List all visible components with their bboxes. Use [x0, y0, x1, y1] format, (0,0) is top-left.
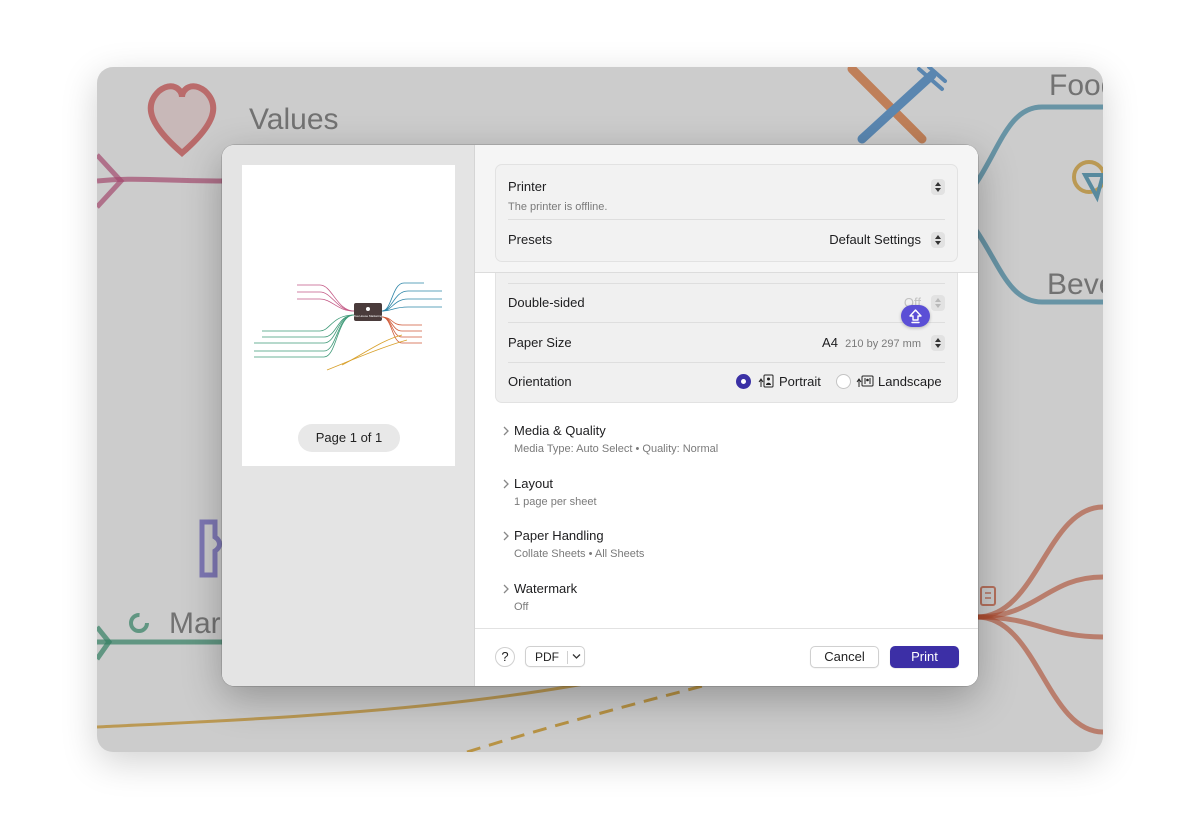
help-button[interactable]: ? — [495, 647, 515, 667]
chevron-right-icon — [503, 479, 509, 489]
section-title: Paper Handling — [514, 528, 604, 543]
section-watermark[interactable]: Watermark Off — [495, 581, 958, 625]
presets-value[interactable]: Default Settings — [829, 232, 921, 247]
section-detail: 1 page per sheet — [514, 496, 597, 508]
printer-status: The printer is offline. — [508, 201, 608, 213]
landscape-radio[interactable] — [836, 374, 851, 389]
pdf-menu-button[interactable]: PDF — [525, 646, 585, 667]
paper-options-group: Double-sided Off Paper Size A4 210 by 29… — [495, 273, 958, 403]
page-preview[interactable]: Tea House Marketing — [242, 165, 455, 466]
chevron-right-icon — [503, 584, 509, 594]
paper-size-dimensions: 210 by 297 mm — [845, 338, 921, 350]
divider — [508, 362, 945, 363]
double-sided-badge[interactable] — [901, 305, 930, 327]
section-title: Layout — [514, 476, 554, 491]
section-detail: Media Type: Auto Select • Quality: Norma… — [514, 443, 719, 455]
section-title: Watermark — [514, 581, 578, 596]
section-title: Media & Quality — [514, 423, 606, 438]
printer-select-stepper[interactable] — [931, 179, 945, 195]
landscape-icon — [856, 375, 874, 387]
section-detail: Off — [514, 601, 529, 613]
presets-label: Presets — [508, 232, 553, 247]
paper-size-value[interactable]: A4 210 by 297 mm — [822, 335, 921, 350]
upload-arrow-icon — [909, 309, 922, 324]
portrait-radio[interactable] — [736, 374, 751, 389]
printer-group: Printer The printer is offline. Presets … — [495, 164, 958, 262]
pdf-label: PDF — [535, 650, 559, 664]
double-sided-stepper[interactable] — [931, 295, 945, 311]
section-layout[interactable]: Layout 1 page per sheet — [495, 476, 958, 520]
print-dialog: Tea House Marketing Page 1 of 1 Printer … — [222, 145, 978, 686]
section-detail: Collate Sheets • All Sheets — [514, 548, 645, 560]
paper-size-label: Paper Size — [508, 335, 572, 350]
double-sided-label: Double-sided — [508, 295, 585, 310]
orientation-label: Orientation — [508, 374, 572, 389]
portrait-label[interactable]: Portrait — [779, 374, 821, 389]
chevron-right-icon — [503, 531, 509, 541]
section-paper-handling[interactable]: Paper Handling Collate Sheets • All Shee… — [495, 528, 958, 572]
footer-divider — [475, 628, 978, 629]
divider — [508, 322, 945, 323]
printer-label: Printer — [508, 179, 547, 194]
divider — [508, 219, 945, 220]
section-media-quality[interactable]: Media & Quality Media Type: Auto Select … — [495, 423, 958, 467]
divider — [508, 283, 945, 284]
settings-pane: Printer The printer is offline. Presets … — [475, 145, 978, 686]
page-indicator: Page 1 of 1 — [298, 424, 400, 452]
portrait-icon — [758, 374, 774, 388]
cancel-button[interactable]: Cancel — [810, 646, 879, 668]
paper-size-name: A4 — [822, 335, 838, 350]
preview-pane: Tea House Marketing Page 1 of 1 — [222, 145, 475, 686]
paper-size-stepper[interactable] — [931, 335, 945, 351]
chevron-right-icon — [503, 426, 509, 436]
presets-select-stepper[interactable] — [931, 232, 945, 248]
divider — [567, 651, 568, 664]
chevron-down-icon — [572, 654, 581, 659]
thumbnail-center-text: Tea House Marketing — [354, 314, 383, 318]
mind-map-thumbnail: Tea House Marketing — [254, 282, 442, 371]
landscape-label[interactable]: Landscape — [878, 374, 942, 389]
print-button[interactable]: Print — [890, 646, 959, 668]
